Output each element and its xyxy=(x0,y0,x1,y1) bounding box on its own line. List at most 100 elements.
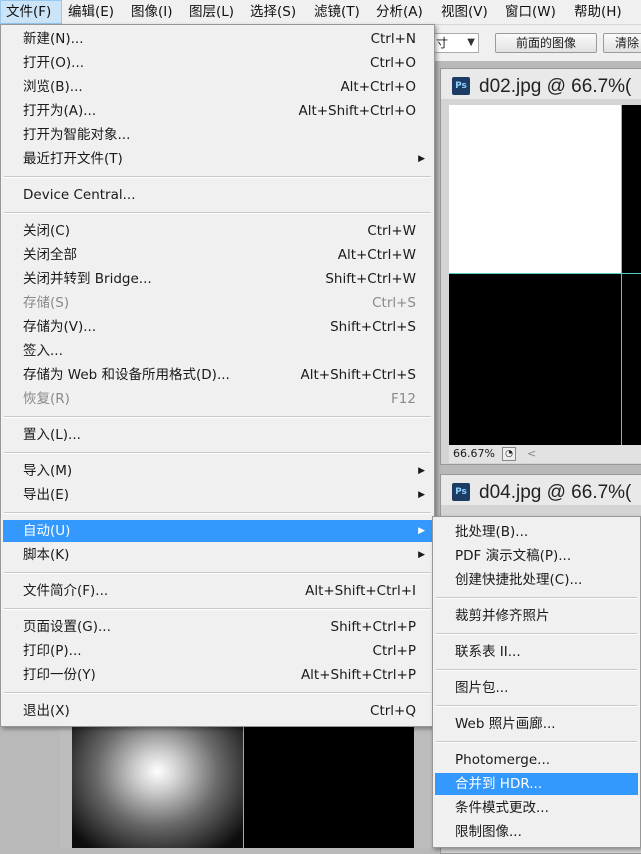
automate_submenu-item-12[interactable]: Photomerge... xyxy=(435,749,638,771)
menu-item-shortcut: Ctrl+Q xyxy=(370,703,416,719)
document-canvas[interactable] xyxy=(449,105,641,445)
file_menu-item-24[interactable]: 脚本(K) ▶ xyxy=(3,544,432,566)
menubar-item-0[interactable]: 文件(F) xyxy=(0,0,62,24)
menu-item-label: PDF 演示文稿(P)... xyxy=(455,548,572,564)
submenu-arrow-icon: ▶ xyxy=(418,154,425,164)
menu-item-label: 存储为 Web 和设备所用格式(D)... xyxy=(23,367,230,383)
file_menu-item-11[interactable]: 关闭并转到 Bridge... Shift+Ctrl+W xyxy=(3,268,432,290)
options-bar: 寸 ▼ 前面的图像 清除 xyxy=(433,25,641,61)
menu-item-label: 图片包... xyxy=(455,680,509,696)
file_menu-item-12: 存储(S) Ctrl+S xyxy=(3,292,432,314)
file_menu-item-20[interactable]: 导入(M) ▶ xyxy=(3,460,432,482)
automate_submenu-item-4[interactable]: 裁剪并修齐照片 xyxy=(435,605,638,627)
photoshop-file-icon: Ps xyxy=(452,483,470,501)
file_menu-item-15[interactable]: 存储为 Web 和设备所用格式(D)... Alt+Shift+Ctrl+S xyxy=(3,364,432,386)
document-window-d02[interactable]: Ps d02.jpg @ 66.7%( 66.67% ◔ < xyxy=(440,68,641,465)
menubar-item-9[interactable]: 帮助(H) xyxy=(569,0,641,24)
menu-item-shortcut: Ctrl+W xyxy=(367,223,416,239)
document-name: d02.jpg @ 66.7%( xyxy=(479,76,632,97)
clear-button[interactable]: 清除 xyxy=(603,33,641,53)
menu-item-label: 最近打开文件(T) xyxy=(23,151,123,167)
file_menu-item-10[interactable]: 关闭全部 Alt+Ctrl+W xyxy=(3,244,432,266)
file_menu-item-16: 恢复(R) F12 xyxy=(3,388,432,410)
file_menu-item-18[interactable]: 置入(L)... xyxy=(3,424,432,446)
menubar-item-8[interactable]: 窗口(W) xyxy=(500,0,575,24)
menu-separator xyxy=(436,669,637,671)
menu-item-shortcut: F12 xyxy=(391,391,416,407)
automate_submenu-item-0[interactable]: 批处理(B)... xyxy=(435,521,638,543)
menubar-item-4[interactable]: 选择(S) xyxy=(245,0,316,24)
menu-item-label: 自动(U) xyxy=(23,523,71,539)
menu-item-shortcut: Alt+Ctrl+W xyxy=(337,247,416,263)
menu-separator xyxy=(4,452,431,454)
menubar-item-2[interactable]: 图像(I) xyxy=(126,0,192,24)
automate_submenu-item-13[interactable]: 合并到 HDR... xyxy=(435,773,638,795)
menu-item-label: 条件模式更改... xyxy=(455,800,549,816)
menu-item-label: 创建快捷批处理(C)... xyxy=(455,572,583,588)
file_menu-item-9[interactable]: 关闭(C) Ctrl+W xyxy=(3,220,432,242)
menu-separator xyxy=(436,741,637,743)
automate_submenu-item-10[interactable]: Web 照片画廊... xyxy=(435,713,638,735)
file_menu-item-2[interactable]: 浏览(B)... Alt+Ctrl+O xyxy=(3,76,432,98)
menu-item-label: 打印(P)... xyxy=(23,643,82,659)
scroll-left-icon[interactable]: < xyxy=(527,445,536,463)
menubar-item-6[interactable]: 分析(A) xyxy=(371,0,442,24)
file_menu-item-3[interactable]: 打开为(A)... Alt+Shift+Ctrl+O xyxy=(3,100,432,122)
file_menu-item-21[interactable]: 导出(E) ▶ xyxy=(3,484,432,506)
file_menu-item-1[interactable]: 打开(O)... Ctrl+O xyxy=(3,52,432,74)
menu-item-label: 联系表 II... xyxy=(455,644,521,660)
unit-select[interactable]: 寸 ▼ xyxy=(433,33,479,53)
menu-item-label: 文件简介(F)... xyxy=(23,583,109,599)
menu-separator xyxy=(4,512,431,514)
automate_submenu-item-6[interactable]: 联系表 II... xyxy=(435,641,638,663)
automate_submenu-item-8[interactable]: 图片包... xyxy=(435,677,638,699)
file_menu-item-29[interactable]: 打印(P)... Ctrl+P xyxy=(3,640,432,662)
background-canvas[interactable] xyxy=(60,720,430,848)
menu-item-label: 导入(M) xyxy=(23,463,73,479)
automate_submenu-item-2[interactable]: 创建快捷批处理(C)... xyxy=(435,569,638,591)
front-image-button[interactable]: 前面的图像 xyxy=(495,33,597,53)
menu-item-label: 存储(S) xyxy=(23,295,70,311)
document-title-bar[interactable]: Ps d04.jpg @ 66.7%( xyxy=(441,475,641,505)
menu-item-label: 关闭并转到 Bridge... xyxy=(23,271,152,287)
file_menu-item-14[interactable]: 签入... xyxy=(3,340,432,362)
automate_submenu-item-14[interactable]: 条件模式更改... xyxy=(435,797,638,819)
file_menu-item-26[interactable]: 文件简介(F)... Alt+Shift+Ctrl+I xyxy=(3,580,432,602)
menu-item-label: 签入... xyxy=(23,343,63,359)
submenu-arrow-icon: ▶ xyxy=(418,526,425,536)
file_menu-item-4[interactable]: 打开为智能对象... xyxy=(3,124,432,146)
menu-separator xyxy=(4,416,431,418)
file_menu-item-30[interactable]: 打印一份(Y) Alt+Shift+Ctrl+P xyxy=(3,664,432,686)
file_menu-item-13[interactable]: 存储为(V)... Shift+Ctrl+S xyxy=(3,316,432,338)
submenu-arrow-icon: ▶ xyxy=(418,466,425,476)
guide-line xyxy=(621,105,622,445)
menu-item-label: 限制图像... xyxy=(455,824,522,840)
menu-item-label: 存储为(V)... xyxy=(23,319,97,335)
file_menu-item-0[interactable]: 新建(N)... Ctrl+N xyxy=(3,28,432,50)
menu-item-label: 导出(E) xyxy=(23,487,70,503)
file_menu-item-32[interactable]: 退出(X) Ctrl+Q xyxy=(3,700,432,722)
automate_submenu-item-1[interactable]: PDF 演示文稿(P)... xyxy=(435,545,638,567)
status-info-icon[interactable]: ◔ xyxy=(502,447,516,461)
file_menu-item-23[interactable]: 自动(U) ▶ xyxy=(3,520,432,542)
menu-item-label: 打开为(A)... xyxy=(23,103,97,119)
file_menu-item-28[interactable]: 页面设置(G)... Shift+Ctrl+P xyxy=(3,616,432,638)
document-title-bar[interactable]: Ps d02.jpg @ 66.7%( xyxy=(441,69,641,99)
menu-separator xyxy=(436,597,637,599)
menubar-item-7[interactable]: 视图(V) xyxy=(436,0,506,24)
menu-item-shortcut: Alt+Ctrl+O xyxy=(340,79,416,95)
zoom-level[interactable]: 66.67% xyxy=(453,445,495,463)
menu-separator xyxy=(4,212,431,214)
menubar-item-1[interactable]: 编辑(E) xyxy=(63,0,134,24)
submenu-arrow-icon: ▶ xyxy=(418,490,425,500)
file_menu-item-7[interactable]: Device Central... xyxy=(3,184,432,206)
menu-item-shortcut: Ctrl+S xyxy=(372,295,416,311)
canvas-white-region xyxy=(449,105,621,273)
menubar-item-5[interactable]: 滤镜(T) xyxy=(309,0,378,24)
automate_submenu-item-15[interactable]: 限制图像... xyxy=(435,821,638,843)
menu-item-label: 批处理(B)... xyxy=(455,524,529,540)
menu-item-label: 新建(N)... xyxy=(23,31,84,47)
menu-item-shortcut: Ctrl+P xyxy=(372,643,416,659)
menubar-item-3[interactable]: 图层(L) xyxy=(184,0,252,24)
file_menu-item-5[interactable]: 最近打开文件(T) ▶ xyxy=(3,148,432,170)
